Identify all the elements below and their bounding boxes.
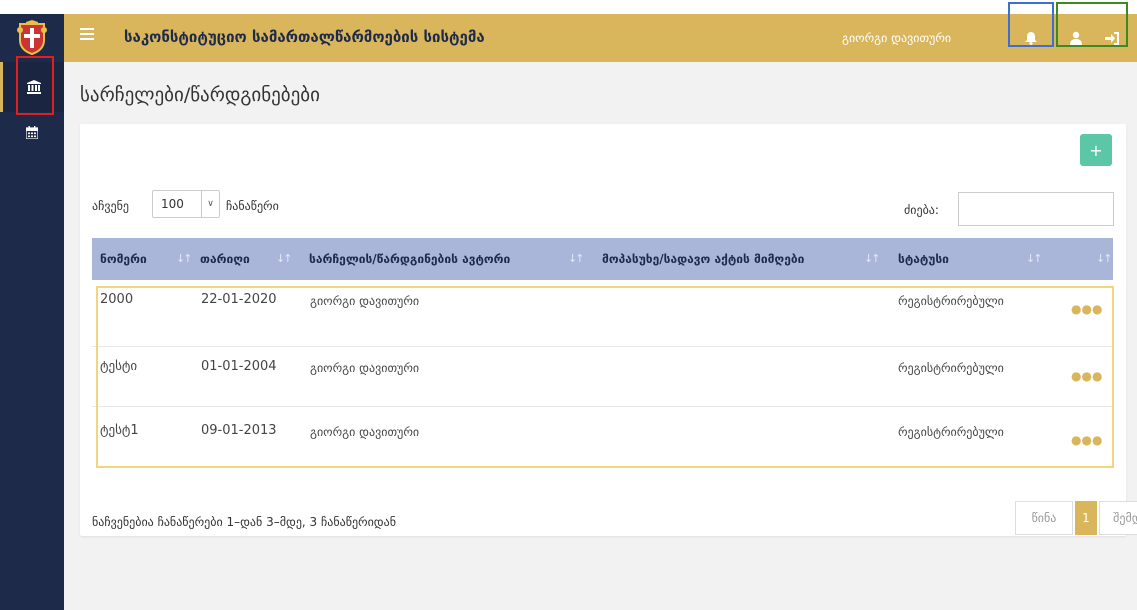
search-input[interactable] xyxy=(958,192,1114,226)
column-header-number[interactable]: ნომერი xyxy=(100,238,147,280)
table-header: ნომერი ↓↑ თარიღი ↓↑ სარჩელის/წარდგინების… xyxy=(92,238,1113,280)
calendar-icon xyxy=(26,126,38,139)
column-header-date[interactable]: თარიღი xyxy=(200,238,250,280)
pagination-prev[interactable]: წინა xyxy=(1015,501,1073,535)
chevron-down-icon: ∨ xyxy=(201,191,219,217)
rows-highlight-box xyxy=(96,286,1114,468)
account-actions-highlight-box xyxy=(1056,2,1128,47)
column-header-status[interactable]: სტატუსი xyxy=(898,238,949,280)
app-title: საკონსტიტუციო სამართალწარმოების სისტემა xyxy=(124,28,485,46)
sort-icon[interactable]: ↓↑ xyxy=(1096,252,1113,265)
column-header-respondent[interactable]: მოპასუხე/სადავო აქტის მიმღები xyxy=(602,238,804,280)
sort-icon[interactable]: ↓↑ xyxy=(864,252,881,265)
menu-icon[interactable] xyxy=(80,28,96,42)
coat-of-arms-logo[interactable] xyxy=(0,14,64,62)
calendar-highlight-box xyxy=(16,56,54,115)
page-size-value: 100 xyxy=(161,197,184,211)
sidebar xyxy=(0,62,64,610)
pagination-page-1[interactable]: 1 xyxy=(1075,501,1097,535)
search-label: ძიება: xyxy=(904,203,939,217)
page-title: სარჩელები/წარდგინებები xyxy=(80,84,320,106)
pagination-next[interactable]: შემდეგი xyxy=(1099,501,1137,535)
sidebar-item-calendar[interactable] xyxy=(0,112,64,162)
sort-icon[interactable]: ↓↑ xyxy=(1026,252,1043,265)
records-label: ჩანაწერი xyxy=(226,199,279,213)
sort-icon[interactable]: ↓↑ xyxy=(276,252,293,265)
top-cropped-area xyxy=(0,0,1137,14)
table-info: ნაჩვენებია ჩანაწერები 1–დან 3–მდე, 3 ჩან… xyxy=(92,515,396,529)
user-name-link[interactable]: გიორგი დავითური xyxy=(842,31,951,45)
column-header-author[interactable]: სარჩელის/წარდგინების ავტორი xyxy=(309,238,510,280)
show-entries-label: აჩვენე xyxy=(92,199,129,213)
notification-highlight-box xyxy=(1008,2,1054,47)
page-size-select[interactable]: 100 ∨ xyxy=(152,190,220,218)
coat-of-arms-icon xyxy=(17,20,47,56)
sort-icon[interactable]: ↓↑ xyxy=(568,252,585,265)
add-button[interactable]: + xyxy=(1080,134,1112,166)
top-header: საკონსტიტუციო სამართალწარმოების სისტემა … xyxy=(0,14,1137,62)
sort-icon[interactable]: ↓↑ xyxy=(176,252,193,265)
